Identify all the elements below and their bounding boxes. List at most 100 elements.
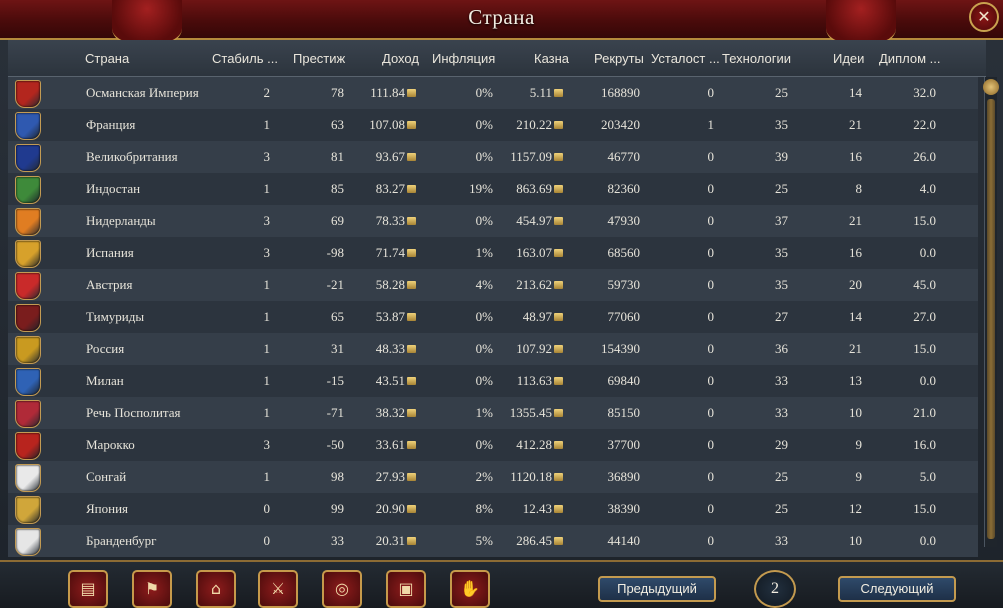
scroll-up-knob-icon[interactable]	[983, 79, 999, 95]
table-row[interactable]: Нидерланды 3 69 78.33 0% 454.97 47930 0 37 21 15.0	[8, 205, 978, 237]
cell-stability: 3	[264, 149, 271, 165]
diplomacy-value: 4.0	[919, 181, 936, 196]
gold-coin-icon	[407, 505, 416, 513]
table-row[interactable]: Марокко 3 -50 33.61 0% 412.28 37700 0 29 9 16.0	[8, 429, 978, 461]
inflation-value: 0%	[475, 213, 493, 228]
gold-coin-icon	[554, 505, 563, 513]
col-diplomacy[interactable]: Диплом ...	[879, 51, 940, 66]
vertical-scrollbar[interactable]	[983, 77, 999, 547]
cell-stability: 3	[264, 437, 271, 453]
country-flag-icon[interactable]	[15, 112, 41, 140]
col-country[interactable]: Страна	[85, 51, 129, 66]
tech-value: 25	[775, 501, 788, 516]
ledger-book-icon[interactable]: ▤	[68, 570, 108, 608]
country-flag-icon[interactable]	[15, 208, 41, 236]
table-row[interactable]: Австрия 1 -21 58.28 4% 213.62 59730 0 35 20 45.0	[8, 269, 978, 301]
col-manpower[interactable]: Рекруты	[594, 51, 644, 66]
cell-tech: 27	[775, 309, 788, 325]
treasury-value: 107.92	[516, 341, 552, 356]
col-income[interactable]: Доход	[382, 51, 419, 66]
table-row[interactable]: Великобритания 3 81 93.67 0% 1157.09 46770 0 39 1…	[8, 141, 978, 173]
tech-value: 39	[775, 149, 788, 164]
cell-ideas: 13	[849, 373, 862, 389]
col-prestige[interactable]: Престиж	[293, 51, 345, 66]
manpower-value: 44140	[607, 533, 641, 548]
income-value: 38.32	[375, 405, 405, 420]
prestige-value: -21	[326, 277, 344, 292]
war-exhaustion-value: 0	[707, 373, 715, 388]
country-flag-icon[interactable]	[15, 336, 41, 364]
country-flag-icon[interactable]	[15, 240, 41, 268]
country-value: Япония	[86, 501, 129, 516]
country-flag-icon[interactable]	[15, 496, 41, 524]
table-row[interactable]: Сонгай 1 98 27.93 2% 1120.18 36890 0 25 9 5.0	[8, 461, 978, 493]
country-flag-icon[interactable]	[15, 368, 41, 396]
close-icon[interactable]: ✕	[969, 2, 999, 32]
cell-country: Нидерланды	[86, 213, 156, 229]
cell-treasury: 1157.09	[510, 149, 563, 165]
war-exhaustion-value: 0	[707, 437, 715, 452]
diplomacy-value: 22.0	[913, 117, 936, 132]
scroll-thumb[interactable]	[987, 99, 995, 539]
gold-coin-icon	[554, 185, 563, 193]
cell-country: Россия	[86, 341, 124, 357]
col-war-exhaustion[interactable]: Усталост ...	[651, 51, 720, 66]
crossed-swords-icon[interactable]: ⚔	[258, 570, 298, 608]
country-flag-icon[interactable]	[15, 144, 41, 172]
country-flag-icon[interactable]	[15, 272, 41, 300]
table-row[interactable]: Османская Империя 2 78 111.84 0% 5.11 168890 0 2…	[8, 77, 978, 109]
country-value: Бранденбург	[86, 533, 157, 548]
table-row[interactable]: Франция 1 63 107.08 0% 210.22 203420 1 35 21 22.0	[8, 109, 978, 141]
cell-country: Сонгай	[86, 469, 126, 485]
next-page-button[interactable]: Следующий	[838, 576, 956, 602]
coins-icon[interactable]: ◎	[322, 570, 362, 608]
prestige-value: -98	[326, 245, 344, 260]
flag-icon[interactable]: ⚑	[132, 570, 172, 608]
cell-war-exhaustion: 0	[708, 277, 715, 293]
country-flag-icon[interactable]	[15, 528, 41, 556]
cell-diplomacy: 27.0	[913, 309, 936, 325]
gold-coin-icon	[554, 281, 563, 289]
cell-manpower: 203420	[601, 117, 640, 133]
table-row[interactable]: Япония 0 99 20.90 8% 12.43 38390 0 25 12 15.0	[8, 493, 978, 525]
cell-country: Тимуриды	[86, 309, 144, 325]
col-inflation[interactable]: Инфляция	[432, 51, 495, 66]
treasury-value: 412.28	[516, 437, 552, 452]
country-flag-icon[interactable]	[15, 464, 41, 492]
cell-tech: 36	[775, 341, 788, 357]
gold-coin-icon	[554, 217, 563, 225]
cell-inflation: 2%	[476, 469, 493, 485]
col-stability[interactable]: Стабиль ...	[212, 51, 278, 66]
manpower-value: 47930	[607, 213, 641, 228]
handshake-icon[interactable]: ✋	[450, 570, 490, 608]
trade-crate-icon[interactable]: ▣	[386, 570, 426, 608]
cell-income: 27.93	[376, 469, 416, 485]
col-treasury[interactable]: Казна	[534, 51, 569, 66]
income-value: 58.28	[375, 277, 405, 292]
country-flag-icon[interactable]	[15, 304, 41, 332]
country-value: Милан	[86, 373, 124, 388]
col-technology[interactable]: Технологии	[722, 51, 791, 66]
table-row[interactable]: Испания 3 -98 71.74 1% 163.07 68560 0 35 16 0.0	[8, 237, 978, 269]
country-flag-icon[interactable]	[15, 400, 41, 428]
table-row[interactable]: Индостан 1 85 83.27 19% 863.69 82360 0 25 8 4.0	[8, 173, 978, 205]
gold-coin-icon	[407, 377, 416, 385]
previous-page-button[interactable]: Предыдущий	[598, 576, 716, 602]
table-row[interactable]: Тимуриды 1 65 53.87 0% 48.97 77060 0 27 14 27.0	[8, 301, 978, 333]
country-value: Нидерланды	[86, 213, 156, 228]
country-flag-icon[interactable]	[15, 80, 41, 108]
country-flag-icon[interactable]	[15, 176, 41, 204]
col-ideas[interactable]: Идеи	[833, 51, 864, 66]
country-value: Великобритания	[86, 149, 178, 164]
cell-inflation: 0%	[476, 437, 493, 453]
buildings-icon[interactable]: ⌂	[196, 570, 236, 608]
table-row[interactable]: Речь Посполитая 1 -71 38.32 1% 1355.45 85150 0 3…	[8, 397, 978, 429]
table-row[interactable]: Бранденбург 0 33 20.31 5% 286.45 44140 0 33 10 0.0	[8, 525, 978, 557]
treasury-value: 210.22	[516, 117, 552, 132]
table-row[interactable]: Россия 1 31 48.33 0% 107.92 154390 0 36 21 15.0	[8, 333, 978, 365]
diplomacy-value: 15.0	[913, 213, 936, 228]
table-row[interactable]: Милан 1 -15 43.51 0% 113.63 69840 0 33 13 0.0	[8, 365, 978, 397]
country-flag-icon[interactable]	[15, 432, 41, 460]
cell-treasury: 454.97	[516, 213, 563, 229]
gold-coin-icon	[407, 217, 416, 225]
